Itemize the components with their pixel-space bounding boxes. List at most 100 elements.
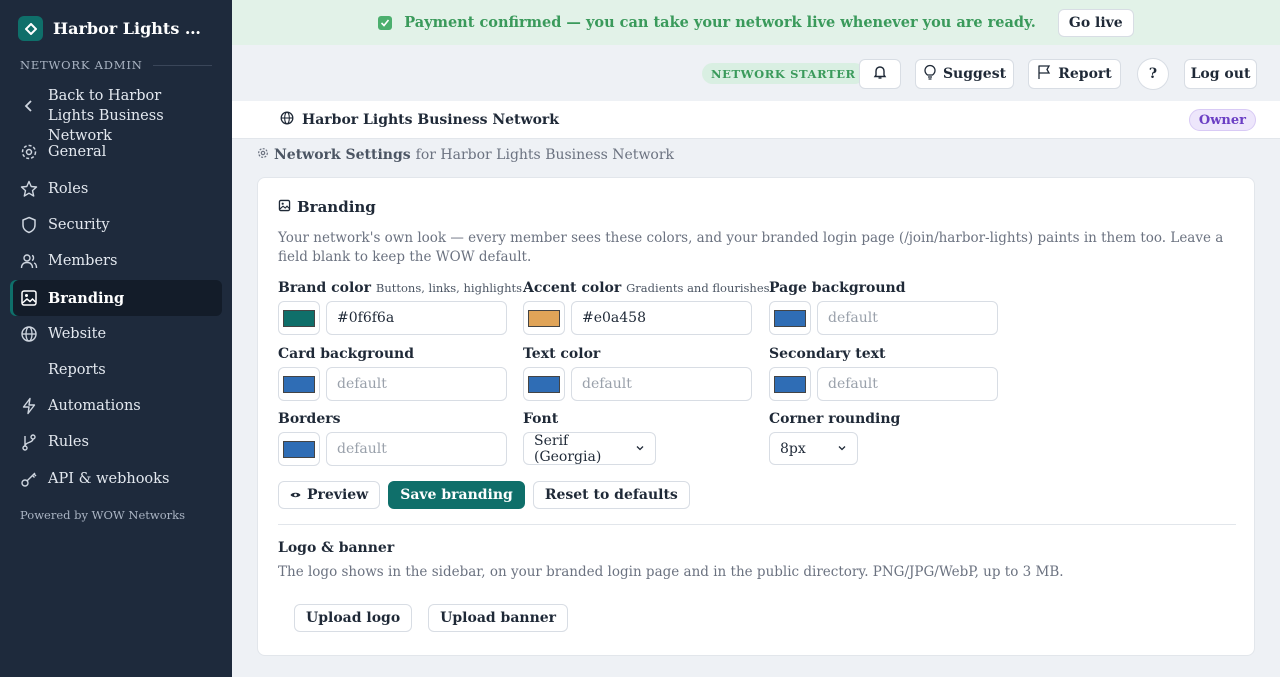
save-branding-button[interactable]: Save branding [388, 481, 525, 509]
borders-field: Borders default [278, 411, 508, 466]
report-button[interactable]: Report [1028, 59, 1121, 89]
secondary-text-swatch[interactable] [769, 367, 811, 401]
divider [278, 524, 1236, 525]
blank-icon [20, 361, 38, 379]
preview-label: Preview [307, 487, 369, 503]
globe-icon [280, 111, 294, 129]
card-background-input[interactable]: default [326, 367, 507, 401]
gear-icon [20, 143, 38, 161]
logout-button[interactable]: Log out [1184, 59, 1257, 89]
image-icon [278, 198, 291, 216]
star-icon [20, 180, 38, 198]
page-background-label: Page background [769, 280, 906, 296]
font-field: Font Serif (Georgia) [523, 411, 753, 465]
sidebar-item-label: Website [48, 326, 107, 342]
secondary-text-label: Secondary text [769, 346, 886, 362]
globe-icon [20, 325, 38, 343]
eye-icon [290, 487, 301, 503]
network-title-label: Harbor Lights Business Network [302, 112, 559, 128]
card-background-label: Card background [278, 346, 414, 362]
corner-rounding-value: 8px [780, 440, 806, 457]
suggest-button[interactable]: Suggest [915, 59, 1014, 89]
network-brand[interactable]: Harbor Lights Business Network [18, 16, 218, 41]
sidebar-item-roles[interactable]: Roles [10, 171, 222, 207]
sidebar-item-automations[interactable]: Automations [10, 388, 222, 424]
go-live-button[interactable]: Go live [1057, 8, 1134, 37]
back-link[interactable]: Back to Harbor Lights Business Network [10, 86, 222, 144]
plan-badge: NETWORK STARTER [702, 63, 865, 84]
suggest-label: Suggest [942, 66, 1007, 82]
borders-swatch[interactable] [278, 432, 320, 466]
branding-title-label: Branding [297, 198, 376, 216]
branding-actions: Preview Save branding Reset to defaults [278, 481, 690, 509]
branding-title: Branding [278, 198, 376, 216]
sidebar-item-label: Rules [48, 434, 89, 450]
sidebar-item-label: Reports [48, 362, 106, 378]
lightbulb-icon [923, 64, 937, 84]
sidebar-item-label: Automations [48, 398, 141, 414]
borders-input[interactable]: default [326, 432, 507, 466]
sidebar-item-reports[interactable]: Reports [10, 352, 222, 388]
sidebar-item-branding[interactable]: Branding [10, 280, 222, 316]
secondary-text-field: Secondary text default [769, 346, 999, 401]
card-background-field: Card background default [278, 346, 508, 401]
reset-defaults-button[interactable]: Reset to defaults [532, 481, 690, 509]
payment-banner: Payment confirmed — you can take your ne… [232, 0, 1280, 45]
section-label: NETWORK ADMIN [20, 58, 212, 72]
branding-description: Your network's own look — every member s… [278, 230, 1224, 265]
bolt-icon [20, 397, 38, 415]
page-background-swatch[interactable] [769, 301, 811, 335]
text-color-input[interactable]: default [571, 367, 752, 401]
sidebar-item-label: Branding [48, 289, 125, 307]
text-color-label: Text color [523, 346, 601, 362]
brand-color-input[interactable]: #0f6f6a [326, 301, 507, 335]
borders-label: Borders [278, 411, 341, 427]
network-name: Harbor Lights Business Network [53, 19, 211, 38]
corner-rounding-select[interactable]: 8px [769, 432, 858, 465]
page-background-field: Page background default [769, 280, 999, 335]
upload-actions: Upload logo Upload banner [294, 604, 569, 632]
upload-logo-button[interactable]: Upload logo [294, 604, 413, 632]
sidebar-item-label: API & webhooks [48, 471, 170, 487]
font-select-value: Serif (Georgia) [534, 432, 602, 465]
sidebar-item-label: General [48, 144, 107, 160]
brand-color-swatch[interactable] [278, 301, 320, 335]
corner-rounding-field: Corner rounding 8px [769, 411, 999, 465]
brand-color-label-text: Brand color [278, 280, 372, 296]
text-color-swatch[interactable] [523, 367, 565, 401]
brand-color-label: Brand color Buttons, links, highlights [278, 280, 522, 296]
owner-badge: Owner [1188, 109, 1256, 131]
corner-rounding-label: Corner rounding [769, 411, 901, 427]
accent-color-label-text: Accent color [523, 280, 622, 296]
accent-color-hint: Gradients and flourishes [626, 281, 770, 295]
sidebar: Harbor Lights Business Network NETWORK A… [0, 0, 232, 677]
branch-icon [20, 433, 38, 451]
help-button[interactable]: ? [1137, 58, 1169, 90]
accent-color-input[interactable]: #e0a458 [571, 301, 752, 335]
brand-color-hint: Buttons, links, highlights [375, 281, 522, 295]
font-label: Font [523, 411, 559, 427]
secondary-text-input[interactable]: default [817, 367, 998, 401]
upload-banner-button[interactable]: Upload banner [428, 604, 569, 632]
breadcrumb-title: Network Settings [274, 147, 411, 163]
top-header: NETWORK STARTER Suggest Report ? Log out [232, 45, 1280, 101]
chevron-left-icon [20, 97, 38, 115]
notifications-button[interactable] [859, 59, 901, 89]
chevron-down-icon [837, 441, 847, 457]
sidebar-item-rules[interactable]: Rules [10, 424, 222, 460]
sidebar-item-api-webhooks[interactable]: API & webhooks [10, 461, 222, 497]
font-select[interactable]: Serif (Georgia) [523, 432, 656, 465]
sidebar-item-website[interactable]: Website [10, 316, 222, 352]
accent-color-swatch[interactable] [523, 301, 565, 335]
check-icon [378, 15, 393, 30]
accent-color-label: Accent color Gradients and flourishes [523, 280, 770, 296]
sidebar-item-members[interactable]: Members [10, 243, 222, 279]
accent-color-field: Accent color Gradients and flourishes #e… [523, 280, 770, 335]
sidebar-item-security[interactable]: Security [10, 207, 222, 243]
logo-banner-title: Logo & banner [278, 540, 395, 556]
page-background-input[interactable]: default [817, 301, 998, 335]
card-background-swatch[interactable] [278, 367, 320, 401]
preview-button[interactable]: Preview [278, 481, 381, 509]
branding-card: Branding Your network's own look — every… [257, 177, 1255, 656]
sidebar-item-general[interactable]: General [10, 134, 222, 170]
